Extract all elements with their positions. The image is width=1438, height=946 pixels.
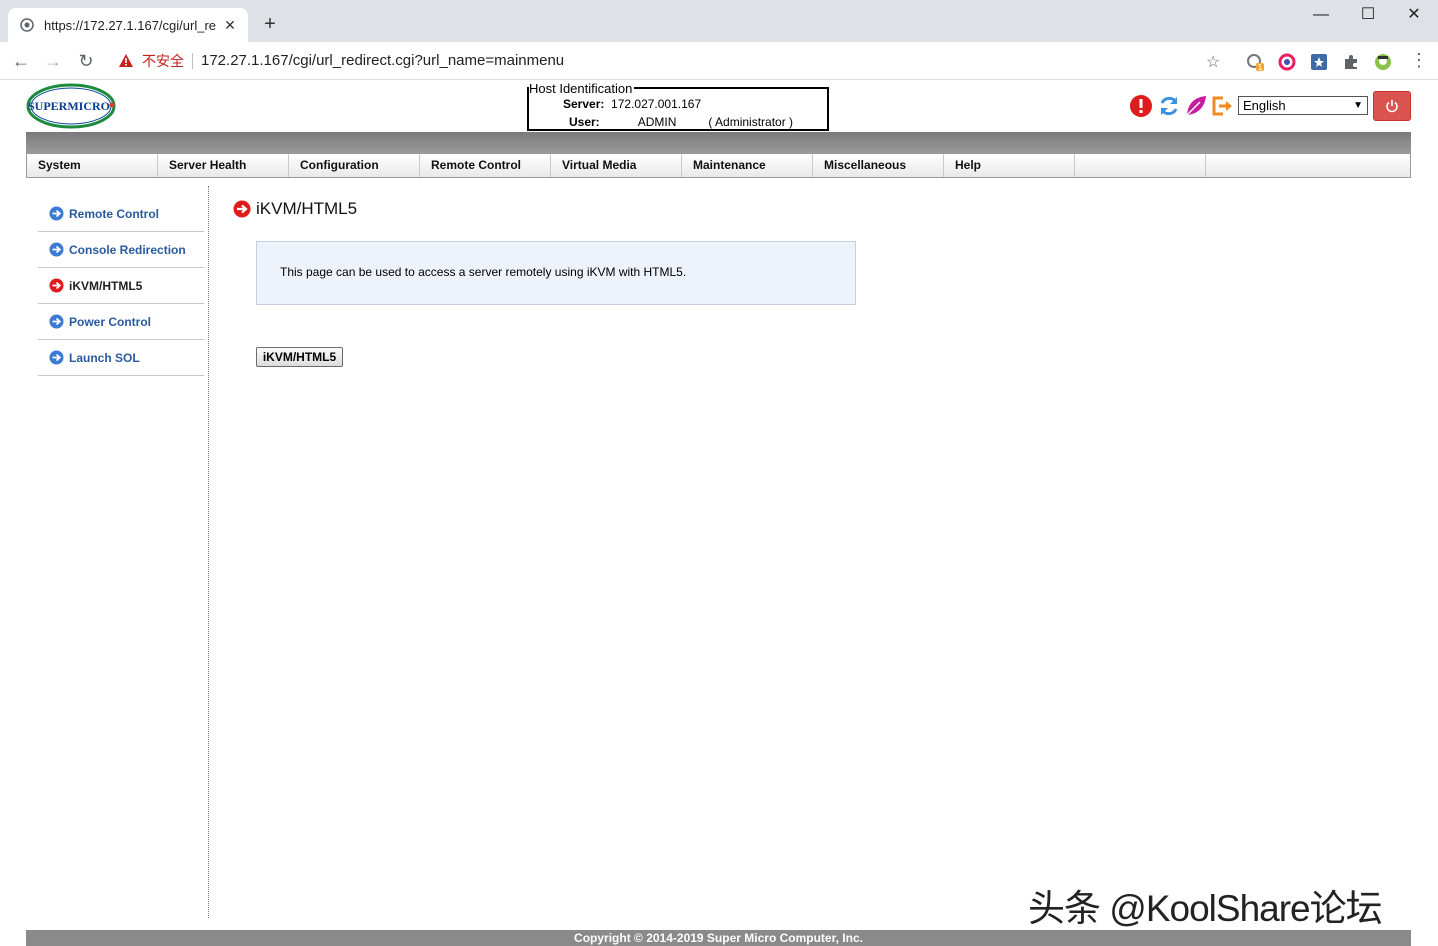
globe-icon: [20, 18, 34, 32]
logout-icon[interactable]: [1210, 94, 1234, 118]
page-title: iKVM/HTML5: [233, 199, 357, 219]
window-maximize-icon[interactable]: ☐: [1353, 4, 1383, 28]
sidebar: Remote Control Console Redirection iKVM/…: [38, 196, 204, 376]
menu-configuration[interactable]: Configuration: [289, 154, 420, 177]
footer-copyright: Copyright © 2014-2019 Super Micro Comput…: [26, 930, 1411, 946]
extension-gear-icon[interactable]: 1: [1246, 53, 1264, 71]
power-button[interactable]: [1373, 91, 1411, 121]
url-text[interactable]: 172.27.1.167/cgi/url_redirect.cgi?url_na…: [201, 52, 564, 69]
arrow-circle-icon: [49, 206, 64, 221]
bookmark-star-icon[interactable]: ☆: [1206, 52, 1220, 72]
extension-badge: 1: [1257, 63, 1262, 71]
extensions-puzzle-icon[interactable]: [1342, 53, 1360, 71]
user-role: ( Administrator ): [708, 115, 794, 129]
user-row: User: ADMIN ( Administrator ): [569, 115, 793, 129]
arrow-circle-red-icon: [233, 200, 251, 218]
menu-help[interactable]: Help: [944, 154, 1075, 177]
watermark-text: 头条 @KoolShare论坛: [1028, 888, 1383, 929]
arrow-circle-icon: [49, 350, 64, 365]
omnibox[interactable]: 不安全 172.27.1.167/cgi/url_redirect.cgi?ur…: [108, 46, 1238, 75]
leaf-icon[interactable]: [1184, 94, 1208, 118]
address-toolbar: ← → ↻ 不安全 172.27.1.167/cgi/url_redirect.…: [0, 42, 1438, 80]
browser-menu-icon[interactable]: ⋮: [1410, 50, 1428, 71]
user-label: User:: [569, 115, 600, 129]
security-label[interactable]: 不安全: [142, 51, 184, 71]
header-gray-band: [26, 132, 1411, 154]
browser-tab-strip: https://172.27.1.167/cgi/url_re ✕ + — ☐ …: [0, 0, 1438, 42]
sidebar-item-label: iKVM/HTML5: [69, 278, 143, 293]
reload-icon[interactable]: ↻: [75, 50, 97, 72]
sidebar-item-remote-control[interactable]: Remote Control: [38, 196, 204, 232]
tab-title: https://172.27.1.167/cgi/url_re: [44, 17, 216, 33]
supermicro-logo[interactable]: SUPERMICRO: [26, 83, 120, 129]
arrow-circle-red-icon: [49, 278, 64, 293]
back-arrow-icon[interactable]: ←: [10, 50, 32, 72]
chevron-down-icon: ▼: [1353, 100, 1363, 111]
user-value: ADMIN: [637, 115, 677, 129]
menu-miscellaneous[interactable]: Miscellaneous: [813, 154, 944, 177]
sidebar-item-label: Power Control: [69, 314, 152, 329]
color-picker-extension-icon[interactable]: [1278, 53, 1296, 71]
arrow-circle-icon: [49, 314, 64, 329]
sidebar-item-label: Launch SOL: [69, 350, 140, 365]
language-select[interactable]: English ▼: [1238, 96, 1368, 115]
server-label: Server:: [563, 97, 605, 111]
new-tab-icon[interactable]: +: [258, 12, 282, 36]
sidebar-item-label: Console Redirection: [69, 242, 186, 257]
host-identification-legend: Host Identification: [529, 81, 635, 96]
sidebar-item-label: Remote Control: [69, 206, 159, 221]
warning-triangle-icon: [119, 53, 133, 67]
description-text: This page can be used to access a server…: [280, 265, 687, 279]
description-panel: This page can be used to access a server…: [256, 241, 856, 305]
star-extension-icon[interactable]: [1310, 53, 1328, 71]
sidebar-item-ikvm-html5[interactable]: iKVM/HTML5: [38, 268, 204, 304]
logo-text: SUPERMICRO: [28, 99, 110, 113]
main-menu-bar: System Server Health Configuration Remot…: [26, 153, 1411, 178]
server-row: Server: 172.027.001.167: [563, 97, 701, 111]
window-close-icon[interactable]: ✕: [1399, 4, 1429, 28]
power-icon: [1386, 100, 1398, 113]
menu-server-health[interactable]: Server Health: [158, 154, 289, 177]
server-value: 172.027.001.167: [611, 97, 702, 111]
sidebar-item-console-redirection[interactable]: Console Redirection: [38, 232, 204, 268]
launch-ikvm-html5-button[interactable]: iKVM/HTML5: [256, 347, 343, 367]
browser-tab[interactable]: https://172.27.1.167/cgi/url_re ✕: [8, 8, 248, 42]
host-identification: Host Identification Server: 172.027.001.…: [527, 81, 829, 131]
menu-system[interactable]: System: [27, 154, 158, 177]
sidebar-item-launch-sol[interactable]: Launch SOL: [38, 340, 204, 376]
menu-virtual-media[interactable]: Virtual Media: [551, 154, 682, 177]
refresh-icon[interactable]: [1157, 94, 1181, 118]
tab-close-icon[interactable]: ✕: [222, 17, 238, 34]
menu-remote-control[interactable]: Remote Control: [420, 154, 551, 177]
window-minimize-icon[interactable]: —: [1306, 4, 1336, 28]
menu-empty-slot: [1075, 154, 1206, 177]
menu-maintenance[interactable]: Maintenance: [682, 154, 813, 177]
sidebar-item-power-control[interactable]: Power Control: [38, 304, 204, 340]
language-selected-value: English: [1243, 98, 1286, 113]
alert-icon[interactable]: [1129, 94, 1153, 118]
profile-avatar-icon[interactable]: [1374, 53, 1392, 71]
sidebar-divider: [208, 186, 209, 918]
forward-arrow-icon[interactable]: →: [42, 50, 64, 72]
omnibox-separator: [192, 52, 193, 69]
page-title-text: iKVM/HTML5: [256, 199, 358, 218]
arrow-circle-icon: [49, 242, 64, 257]
